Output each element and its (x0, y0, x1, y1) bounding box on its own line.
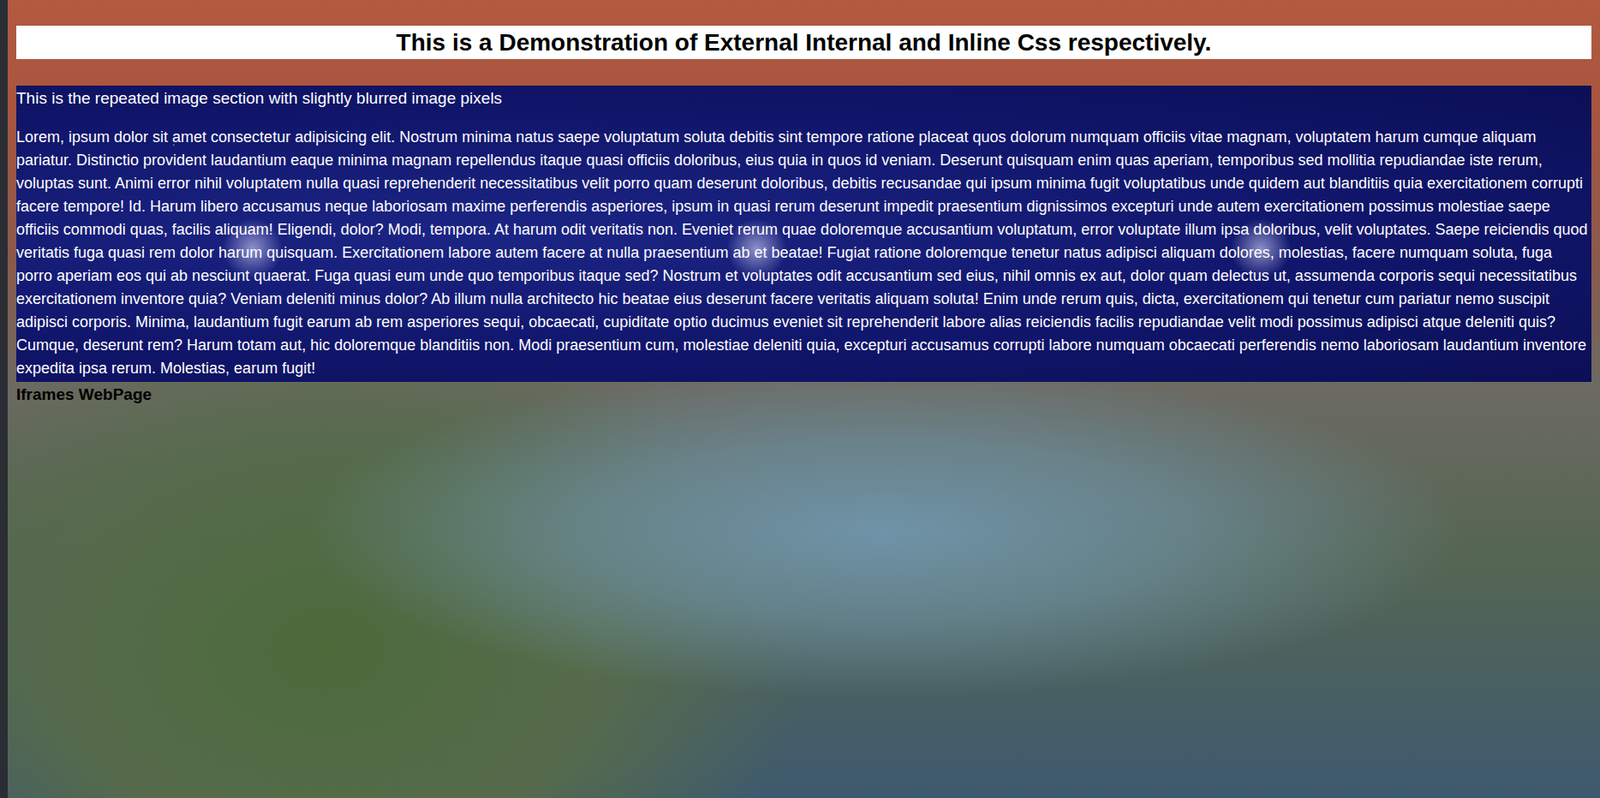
section-caption: This is the repeated image section with … (16, 85, 1590, 110)
iframes-heading: Iframes WebPage (16, 383, 1592, 406)
star-image-section: This is the repeated image section with … (16, 85, 1592, 383)
page-heading: This is a Demonstration of External Inte… (16, 25, 1592, 60)
lorem-paragraph: Lorem, ipsum dolor sit amet consectetur … (16, 125, 1590, 381)
page-background: This is a Demonstration of External Inte… (0, 0, 1600, 798)
page-content: This is a Demonstration of External Inte… (7, 0, 1600, 424)
